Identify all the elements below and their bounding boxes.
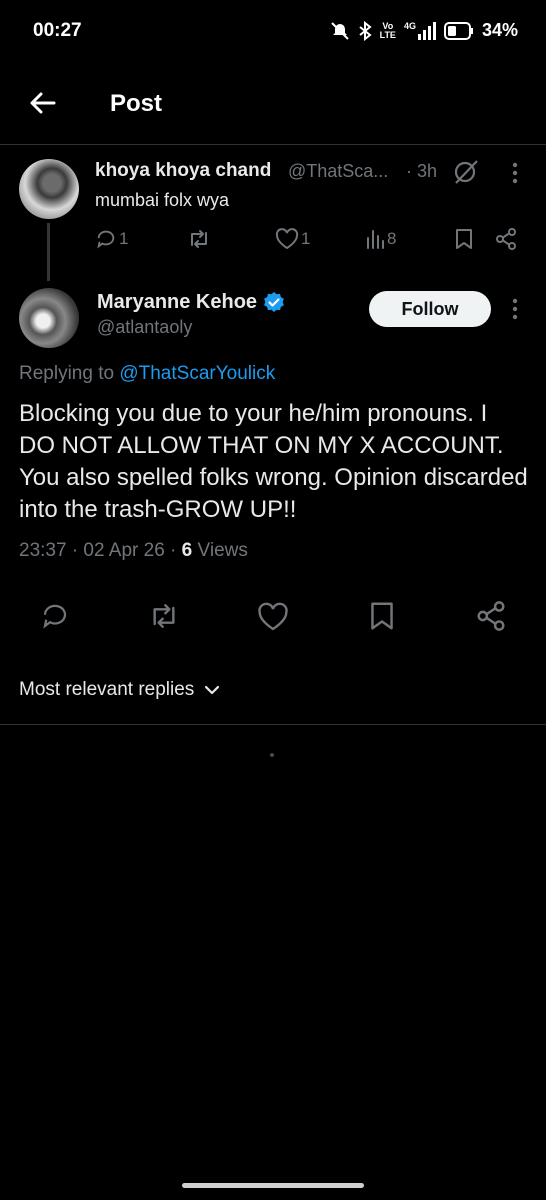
more-options-icon[interactable]: [505, 160, 525, 186]
section-divider: [0, 724, 546, 725]
heart-icon: [258, 602, 288, 631]
replying-to: Replying to @ThatScarYoulick: [19, 363, 276, 384]
volte-indicator: Vo LTE: [379, 20, 396, 40]
back-button[interactable]: [28, 88, 58, 118]
repost-icon: [153, 604, 175, 628]
bookmark-icon: [456, 229, 472, 249]
bookmark-icon: [371, 602, 393, 630]
share-button[interactable]: [495, 228, 517, 250]
heart-icon: [275, 228, 299, 250]
author-name[interactable]: Maryanne Kehoe: [97, 291, 257, 314]
share-icon: [477, 601, 505, 631]
repost-button[interactable]: [148, 601, 180, 631]
signal-icon: 4G: [404, 21, 436, 40]
replies-sort-dropdown[interactable]: Most relevant replies: [19, 679, 220, 701]
post-text: mumbai folx wya: [95, 190, 230, 210]
repost-icon: [191, 230, 207, 248]
like-button[interactable]: [257, 602, 289, 632]
more-options-icon[interactable]: [505, 296, 525, 322]
reply-icon: [97, 230, 115, 249]
post-timestamp[interactable]: 23:37 · 02 Apr 26 ·: [19, 540, 176, 561]
bookmark-button[interactable]: [454, 228, 474, 250]
header-divider: [0, 144, 546, 145]
follow-button[interactable]: Follow: [369, 291, 491, 327]
reply-icon: [43, 604, 67, 629]
author-handle[interactable]: @atlantaoly: [97, 317, 192, 338]
like-button[interactable]: 1: [275, 228, 310, 250]
bluetooth-icon: [358, 20, 372, 41]
author-handle[interactable]: @ThatSca...: [288, 161, 388, 182]
chevron-down-icon: [205, 685, 220, 695]
repost-button[interactable]: [187, 228, 213, 250]
reply-count: 1: [119, 229, 129, 248]
verified-badge-icon: [263, 291, 285, 313]
battery-percent: 34%: [481, 20, 518, 40]
post-meta: 23:37 · 02 Apr 26 · 6 Views: [19, 540, 248, 562]
page-title: Post: [110, 90, 163, 117]
views-count: 6: [181, 540, 193, 561]
avatar[interactable]: [19, 159, 79, 219]
loading-indicator: [270, 753, 274, 757]
status-time: 00:27: [33, 20, 82, 41]
reply-button[interactable]: [40, 601, 70, 631]
arrow-left-icon: [30, 92, 56, 114]
views-label: Views: [197, 540, 248, 561]
share-icon: [496, 228, 516, 250]
reply-button[interactable]: 1: [95, 228, 128, 250]
home-indicator[interactable]: [182, 1183, 364, 1188]
avatar[interactable]: [19, 288, 79, 348]
mention-link[interactable]: @ThatScarYoulick: [119, 363, 275, 384]
post-time: · 3h: [406, 161, 438, 181]
bookmark-button[interactable]: [368, 601, 396, 631]
replies-sort-label: Most relevant replies: [19, 679, 195, 700]
battery-icon: [443, 21, 474, 40]
views-count: 8: [387, 229, 397, 248]
post-text: Blocking you due to your he/him pronouns…: [19, 400, 528, 523]
views-button[interactable]: 8: [365, 228, 396, 250]
grok-icon[interactable]: [452, 158, 480, 186]
status-icons: Vo LTE 4G 34%: [330, 20, 518, 41]
author-name[interactable]: khoya khoya chand: [95, 160, 271, 182]
like-count: 1: [301, 229, 311, 248]
thread-connector: [47, 223, 50, 281]
share-button[interactable]: [476, 601, 506, 631]
views-icon: [367, 230, 384, 249]
mute-icon: [330, 21, 350, 41]
